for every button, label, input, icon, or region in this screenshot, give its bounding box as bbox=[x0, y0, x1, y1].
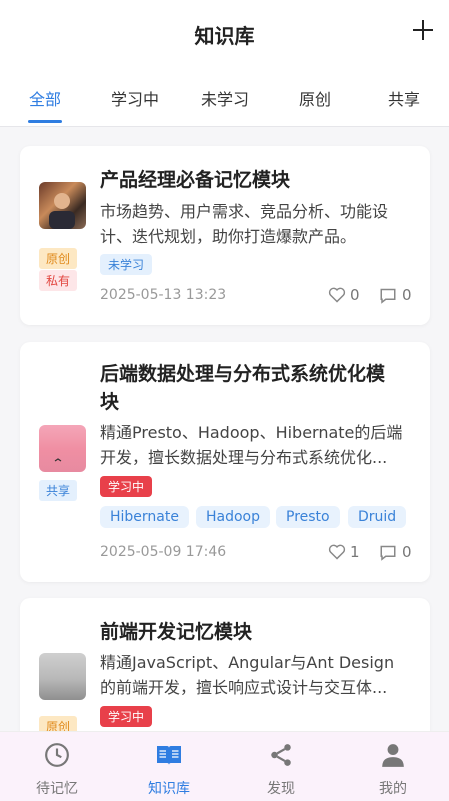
badge-original: 原创 bbox=[39, 248, 78, 269]
nav-label: 知识库 bbox=[148, 781, 190, 797]
nav-item-profile[interactable]: 我的 bbox=[348, 742, 438, 798]
card-title: 后端数据处理与分布式系统优化模 块 bbox=[100, 363, 386, 413]
tab-unlearned[interactable]: 未学习 bbox=[180, 86, 270, 110]
user-icon bbox=[382, 744, 404, 767]
nav-item-discover[interactable]: 发现 bbox=[236, 742, 326, 798]
badge-shared: 共享 bbox=[39, 480, 78, 501]
nav-label: 发现 bbox=[267, 781, 295, 797]
card-date: 2025-05-09 17:46 bbox=[100, 544, 227, 560]
nav-item-pending[interactable]: 待记忆 bbox=[12, 742, 102, 798]
nav-label: 我的 bbox=[379, 781, 407, 797]
sunset-photo bbox=[54, 458, 62, 462]
status-badge: 学习中 bbox=[100, 706, 153, 727]
tag-chip[interactable]: Presto bbox=[276, 506, 340, 528]
badge-private: 私有 bbox=[39, 270, 78, 291]
card-title: 产品经理必备记忆模块 bbox=[100, 169, 291, 191]
like-count: 1 bbox=[350, 543, 360, 561]
person-photo bbox=[49, 193, 75, 229]
card-description: 精通JavaScript、Angular与Ant Design 的前端开发，擅长… bbox=[100, 653, 395, 697]
tab-learning[interactable]: 学习中 bbox=[90, 86, 180, 110]
status-badge: 学习中 bbox=[100, 476, 153, 497]
card-description: 精通Presto、Hadoop、Hibernate的后端 开发，擅长数据处理与分… bbox=[100, 423, 403, 467]
filter-tabs: 全部 学习中 未学习 原创 共享 bbox=[0, 68, 449, 127]
share-icon bbox=[271, 744, 291, 766]
bottom-nav: 待记忆 知识库 发现 我的 bbox=[0, 731, 449, 801]
plus-icon[interactable] bbox=[409, 16, 437, 44]
heart-icon[interactable] bbox=[328, 287, 346, 303]
book-icon bbox=[157, 746, 181, 765]
page-title: 知识库 bbox=[194, 24, 255, 48]
knowledge-card[interactable]: 原创 私有 产品经理必备记忆模块 市场趋势、用户需求、竞品分析、功能设 计、迭代… bbox=[20, 146, 430, 325]
app-header: 知识库 bbox=[0, 0, 449, 68]
knowledge-card[interactable]: 共享 后端数据处理与分布式系统优化模 块 精通Presto、Hadoop、Hib… bbox=[20, 342, 430, 582]
tab-all[interactable]: 全部 bbox=[0, 86, 90, 110]
comment-icon[interactable] bbox=[379, 544, 397, 561]
tab-shared[interactable]: 共享 bbox=[359, 86, 449, 110]
tag-chip[interactable]: Hibernate bbox=[100, 506, 189, 528]
comment-icon[interactable] bbox=[379, 287, 397, 304]
card-description: 市场趋势、用户需求、竞品分析、功能设 计、迭代规划，助你打造爆款产品。 bbox=[100, 202, 389, 246]
card-date: 2025-05-13 13:23 bbox=[100, 287, 227, 303]
clock-icon bbox=[45, 743, 69, 767]
tag-chip[interactable]: Hadoop bbox=[196, 506, 271, 528]
comment-count: 0 bbox=[402, 543, 412, 561]
status-badge: 未学习 bbox=[100, 254, 153, 275]
tag-chip[interactable]: Druid bbox=[348, 506, 407, 528]
card-thumbnail bbox=[39, 182, 86, 229]
active-tab-indicator bbox=[28, 120, 62, 123]
nav-item-library[interactable]: 知识库 bbox=[124, 742, 214, 798]
comment-count: 0 bbox=[402, 286, 412, 304]
like-count: 0 bbox=[350, 286, 360, 304]
card-thumbnail bbox=[39, 653, 86, 700]
card-thumbnail bbox=[39, 425, 86, 472]
tab-original[interactable]: 原创 bbox=[270, 86, 360, 110]
card-title: 前端开发记忆模块 bbox=[100, 621, 253, 643]
nav-label: 待记忆 bbox=[36, 781, 78, 797]
heart-icon[interactable] bbox=[328, 544, 346, 560]
